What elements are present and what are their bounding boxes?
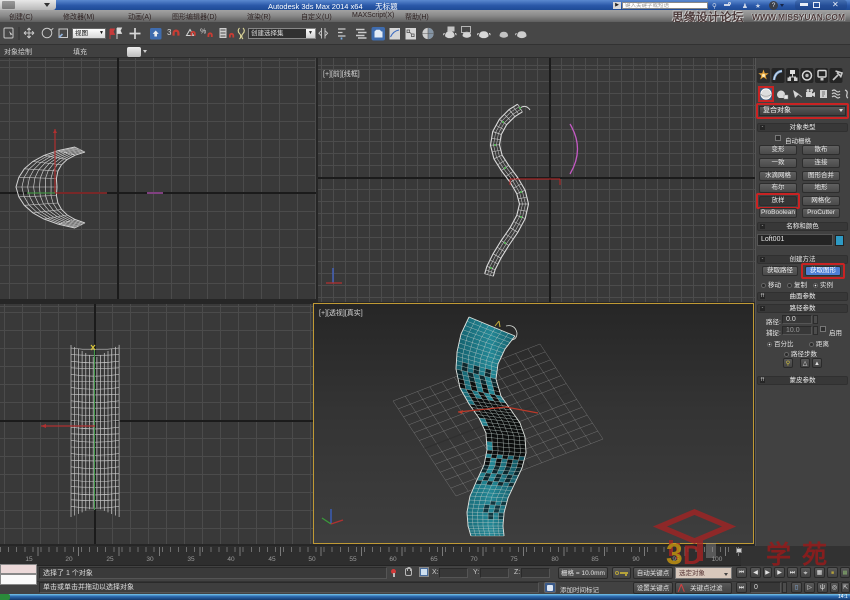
svg-text:3: 3	[666, 538, 683, 571]
svg-text:D: D	[683, 540, 703, 570]
svg-text:3: 3	[167, 28, 172, 37]
svg-text:%: %	[200, 29, 206, 36]
